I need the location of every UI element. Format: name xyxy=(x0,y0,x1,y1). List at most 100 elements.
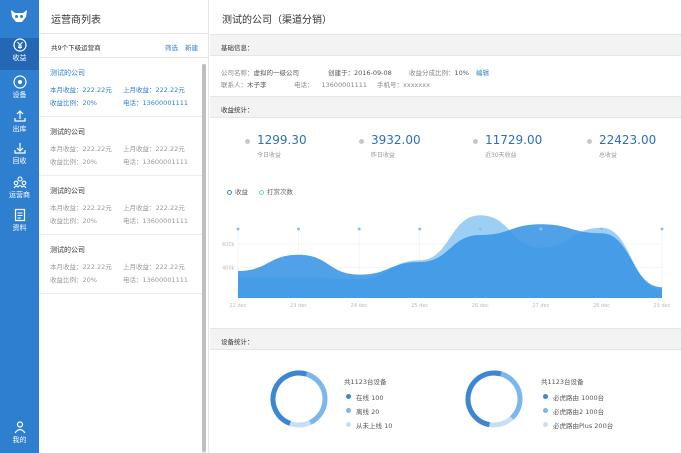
legend-label: 离线 20 xyxy=(356,408,380,416)
stat-dot xyxy=(359,139,364,144)
nav-item-recycle[interactable]: 回收 xyxy=(0,141,39,173)
data-point xyxy=(297,227,301,231)
legend-marker-icon xyxy=(259,190,264,195)
nav-label: 我的 xyxy=(12,436,27,444)
legend-row: 从未上线 10 xyxy=(346,420,393,430)
stat-dot xyxy=(587,139,592,144)
x-tick-label: 23 dec xyxy=(290,303,307,309)
nav-item-devices[interactable]: 设备 xyxy=(0,75,39,107)
nav-item-outbound[interactable]: 出库 xyxy=(0,109,39,141)
legend-dot xyxy=(346,394,351,399)
phone-label: 电话： xyxy=(294,81,314,89)
y-tick-label: 600k xyxy=(222,242,235,248)
legend-dot xyxy=(543,422,548,427)
logo-icon xyxy=(11,10,27,22)
card-name: 测试的公司 xyxy=(50,187,85,195)
side-nav: 收益 设备 出库 回收 运营商 资料 我的 xyxy=(0,0,39,453)
filter-button[interactable]: 筛选 xyxy=(165,42,178,52)
data-point xyxy=(539,227,543,231)
x-tick-label: 22 dec xyxy=(230,303,247,309)
device-total: 共1123台设备 xyxy=(541,378,584,386)
series-area xyxy=(238,224,662,298)
stat-label: 近30天收益 xyxy=(485,152,517,159)
data-point xyxy=(418,227,422,231)
mobile-info: 手机号：xxxxxxx xyxy=(377,79,430,89)
list-item[interactable]: 测试的公司 本月收益：222.22元 上月收益：222.22元 收益比例：20% 电… xyxy=(39,176,203,235)
last-month-income: 上月收益：222.22元 xyxy=(123,263,185,271)
income-ratio: 收益比例：20% xyxy=(50,217,97,225)
operator-count: 共9个下级运营商 xyxy=(51,44,101,52)
legend-tips[interactable]: 打赏次数 xyxy=(259,186,293,196)
legend-dot xyxy=(543,394,548,399)
nav-label: 设备 xyxy=(12,91,27,99)
donut-segment xyxy=(270,370,328,428)
operator-list-panel: 运营商列表 共9个下级运营商 筛选 新建 测试的公司 本月收益：222.22元上… xyxy=(39,0,209,453)
income-ratio: 收益比例：20% xyxy=(50,158,97,166)
legend-label: 必虎路由2 100台 xyxy=(553,408,605,416)
mobile-value: xxxxxxx xyxy=(403,81,430,89)
contact-info: 联系人：木子李 xyxy=(221,79,267,89)
nav-label: 出库 xyxy=(12,125,27,133)
legend-row: 在线 100 xyxy=(346,392,384,402)
download-icon xyxy=(13,143,26,154)
list-item[interactable]: 测试的公司 本月收益：222.22元 上月收益：222.22元 收益比例：20% 电… xyxy=(39,117,203,176)
section-title: 基础信息： xyxy=(221,44,254,52)
x-tick-label: 26 dec xyxy=(472,303,489,309)
last-month-income: 上月收益：222.22元 xyxy=(123,204,185,212)
x-tick-label: 28 dec xyxy=(593,303,610,309)
income-header: 收益统计： xyxy=(210,96,681,118)
data-point xyxy=(660,227,664,231)
legend-row: 必虎路由2 100台 xyxy=(543,406,605,416)
create-button[interactable]: 新建 xyxy=(185,42,198,52)
card-name: 测试的公司 xyxy=(50,246,85,254)
nav-label: 回收 xyxy=(12,157,27,165)
nav-label: 资料 xyxy=(12,224,27,232)
legend-label: 从未上线 10 xyxy=(356,422,393,430)
company-label: 公司名称： xyxy=(221,69,254,77)
stat-label: 今日收益 xyxy=(257,152,282,159)
last-month-income: 上月收益：222.22元 xyxy=(123,145,185,153)
ratio-label: 收益分成比例： xyxy=(409,69,455,77)
stat-value: 1299.30 xyxy=(257,133,307,147)
nav-item-operators[interactable]: 运营商 xyxy=(0,175,39,207)
data-point xyxy=(357,227,361,231)
income-ratio: 收益比例：20% xyxy=(50,276,97,284)
legend-income[interactable]: 收益 xyxy=(227,186,248,196)
device-model-donut xyxy=(465,370,523,428)
legend-label: 收益 xyxy=(235,188,248,196)
nav-item-me[interactable]: 我的 xyxy=(0,420,39,452)
month-income: 本月收益：222.22元 xyxy=(50,86,112,94)
list-scrollbar[interactable] xyxy=(202,64,206,453)
month-income: 本月收益：222.22元 xyxy=(50,145,112,153)
legend-row: 离线 20 xyxy=(346,406,380,416)
legend-row: 必虎路由 1000台 xyxy=(543,392,604,402)
phone: 电话：13600001111 xyxy=(123,217,188,225)
stat-label: 总收益 xyxy=(599,152,618,159)
legend-label: 必虎路由Plus 200台 xyxy=(553,422,614,430)
card-name: 测试的公司 xyxy=(50,128,85,136)
stat-value: 22423.00 xyxy=(599,133,657,147)
page-title: 测试的公司（渠道分销） xyxy=(222,15,332,26)
operator-icon xyxy=(13,176,26,189)
phone: 电话：13600001111 xyxy=(123,99,188,107)
nav-item-income[interactable]: 收益 xyxy=(0,38,39,70)
stat-value: 3932.00 xyxy=(371,133,421,147)
operator-cards: 测试的公司 本月收益：222.22元 上月收益：222.22元 收益比例：20% 电… xyxy=(39,58,203,294)
legend-dot xyxy=(346,408,351,413)
stat-label: 昨日收益 xyxy=(371,152,396,159)
created-label: 创建于： xyxy=(328,69,354,77)
stat-dot xyxy=(473,139,478,144)
list-item[interactable]: 测试的公司 本月收益：222.22元 上月收益：222.22元 收益比例：20% 电… xyxy=(39,235,203,294)
nav-label: 运营商 xyxy=(9,191,30,199)
list-item[interactable]: 测试的公司 本月收益：222.22元 上月收益：222.22元 收益比例：20% 电… xyxy=(39,58,203,117)
mobile-label: 手机号： xyxy=(377,81,403,89)
stat-dot xyxy=(245,139,250,144)
scrollbar-thumb[interactable] xyxy=(202,64,206,452)
edit-button[interactable]: 编辑 xyxy=(476,69,489,77)
document-icon xyxy=(14,208,25,222)
legend-label: 在线 100 xyxy=(356,394,384,402)
upload-icon xyxy=(13,110,26,122)
x-tick-label: 27 dec xyxy=(532,303,549,309)
legend-row: 必虎路由Plus 200台 xyxy=(543,420,614,430)
nav-item-docs[interactable]: 资料 xyxy=(0,208,39,240)
